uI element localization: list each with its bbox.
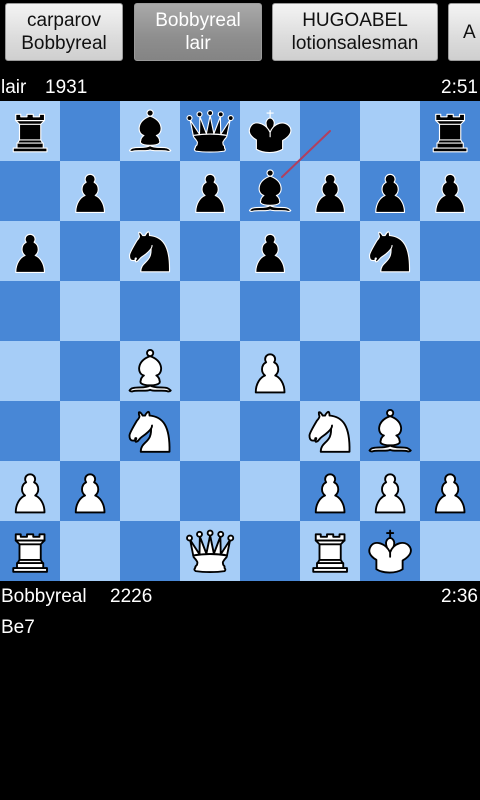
square-h5[interactable] (420, 281, 480, 341)
square-b1[interactable] (60, 521, 120, 581)
square-c2[interactable] (120, 461, 180, 521)
square-g8[interactable] (360, 101, 420, 161)
square-d6[interactable] (180, 221, 240, 281)
chess-board[interactable] (0, 101, 480, 581)
game-tab-2-line1: HUGOABEL (302, 10, 408, 31)
square-f6[interactable] (300, 221, 360, 281)
square-h4[interactable] (420, 341, 480, 401)
square-b6[interactable] (60, 221, 120, 281)
game-tab-2[interactable]: HUGOABEL lotionsalesman (272, 3, 438, 61)
bottom-player-name: Bobbyreal (1, 586, 87, 607)
square-a5[interactable] (0, 281, 60, 341)
game-tab-0-line2: Bobbyreal (21, 33, 107, 54)
square-a7[interactable] (0, 161, 60, 221)
square-b3[interactable] (60, 401, 120, 461)
square-d3[interactable] (180, 401, 240, 461)
top-player-clock: 2:51 (441, 77, 478, 98)
game-tab-3-line1: A (463, 21, 476, 43)
game-tab-2-line2: lotionsalesman (291, 33, 419, 54)
game-tab-0[interactable]: carparov Bobbyreal (5, 3, 123, 61)
top-player-name: lair (1, 77, 27, 98)
square-a3[interactable] (0, 401, 60, 461)
top-player-rating: 1931 (45, 77, 88, 98)
square-b5[interactable] (60, 281, 120, 341)
square-c1[interactable] (120, 521, 180, 581)
square-h3[interactable] (420, 401, 480, 461)
last-move-text: Be7 (1, 617, 35, 638)
game-tabs: carparov Bobbyreal Bobbyreal lair HUGOAB… (0, 0, 480, 66)
game-tab-1-line1: Bobbyreal (155, 10, 241, 31)
game-tab-3[interactable]: A (448, 3, 480, 61)
square-h6[interactable] (420, 221, 480, 281)
top-player-bar: lair 1931 2:51 (0, 75, 480, 101)
square-f4[interactable] (300, 341, 360, 401)
square-d4[interactable] (180, 341, 240, 401)
square-b4[interactable] (60, 341, 120, 401)
game-tab-1[interactable]: Bobbyreal lair (134, 3, 262, 61)
square-c5[interactable] (120, 281, 180, 341)
square-f5[interactable] (300, 281, 360, 341)
square-e1[interactable] (240, 521, 300, 581)
square-b8[interactable] (60, 101, 120, 161)
bottom-player-bar: Bobbyreal 2226 2:36 (0, 584, 480, 610)
square-e5[interactable] (240, 281, 300, 341)
square-a4[interactable] (0, 341, 60, 401)
bottom-player-clock: 2:36 (441, 586, 478, 607)
square-g5[interactable] (360, 281, 420, 341)
game-tab-0-line1: carparov (27, 10, 101, 31)
square-g4[interactable] (360, 341, 420, 401)
square-e2[interactable] (240, 461, 300, 521)
square-d2[interactable] (180, 461, 240, 521)
square-d5[interactable] (180, 281, 240, 341)
square-h1[interactable] (420, 521, 480, 581)
bottom-player-rating: 2226 (110, 586, 153, 607)
game-tab-1-line2: lair (185, 33, 211, 54)
square-e3[interactable] (240, 401, 300, 461)
square-c7[interactable] (120, 161, 180, 221)
